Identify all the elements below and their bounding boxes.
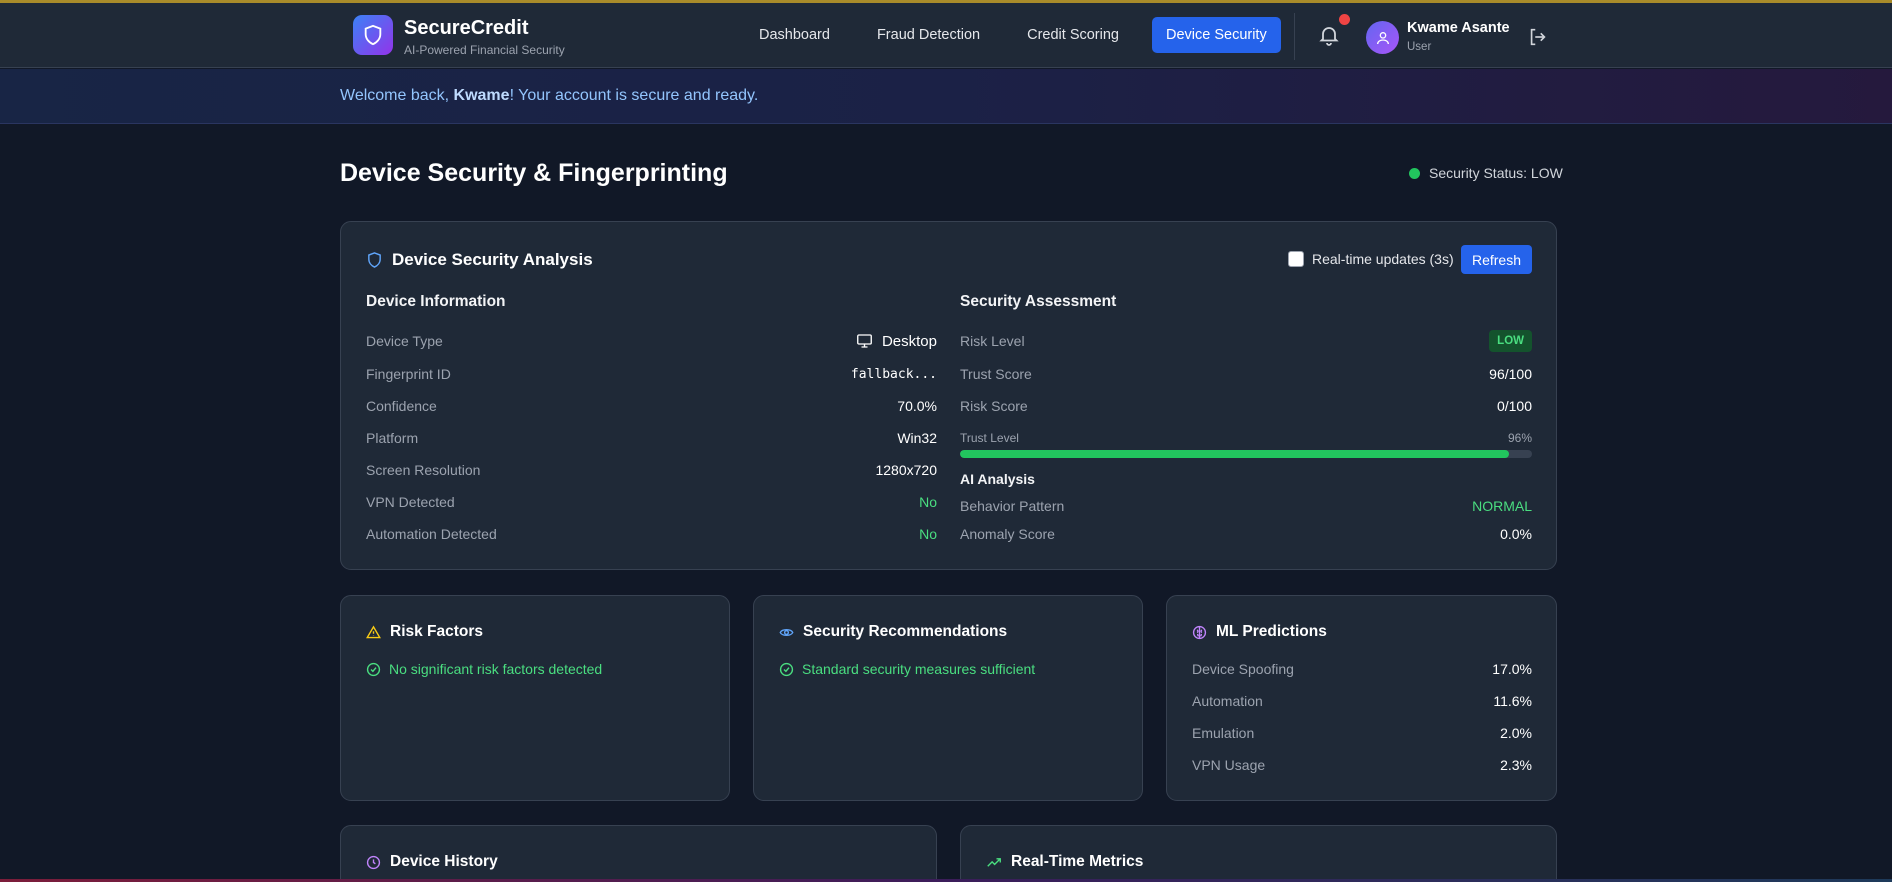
check-circle-icon [779,662,794,676]
page-title: Device Security & Fingerprinting [340,159,728,187]
platform-row: Platform Win32 [366,430,937,446]
device-type-row: Device Type Desktop [366,332,937,350]
risk-level-badge: LOW [1489,330,1532,352]
avatar[interactable] [1366,21,1399,54]
status-dot [1409,167,1420,179]
assessment-heading: Security Assessment [960,293,1117,310]
ml-device-spoofing-row: Device Spoofing 17.0% [1192,661,1532,677]
risk-level-row: Risk Level LOW [960,330,1532,352]
ml-vpn-usage-row: VPN Usage 2.3% [1192,757,1532,773]
device-history-title: Device History [366,853,498,871]
brain-icon [1192,625,1207,639]
clock-icon [366,855,381,869]
analysis-card-title: Device Security Analysis [366,250,593,270]
ai-analysis-heading: AI Analysis [960,471,1035,487]
nav-fraud-detection[interactable]: Fraud Detection [863,17,994,53]
notification-dot [1339,14,1350,25]
welcome-banner: Welcome back, Kwame! Your account is sec… [0,69,1892,124]
shield-icon [368,252,381,268]
trending-up-icon [987,857,1001,867]
realtime-toggle[interactable]: Real-time updates (3s) [1288,251,1454,267]
risk-factors-title: Risk Factors [366,623,483,641]
nav-credit-scoring[interactable]: Credit Scoring [1013,17,1133,53]
user-name: Kwame Asante [1407,20,1510,36]
trust-level-percent: 96% [1508,431,1533,445]
confidence-row: Confidence 70.0% [366,398,937,414]
app-header: SecureCredit AI-Powered Financial Securi… [0,3,1892,68]
real-time-metrics-title: Real-Time Metrics [986,853,1143,871]
check-circle-icon [366,662,381,676]
risk-score-row: Risk Score 0/100 [960,398,1532,414]
trust-level-fill [960,450,1510,458]
recommendations-message: Standard security measures sufficient [779,661,1035,677]
vpn-detected-row: VPN Detected No [366,494,937,510]
trust-level-bar [960,450,1532,458]
ml-predictions-title: ML Predictions [1192,623,1327,641]
fingerprint-id-row: Fingerprint ID fallback... [366,366,937,382]
trust-level-label: Trust Level [960,431,1019,445]
screen-resolution-row: Screen Resolution 1280x720 [366,462,937,478]
realtime-checkbox[interactable] [1288,251,1304,267]
shield-logo-icon [353,15,393,55]
nav-device-security[interactable]: Device Security [1151,17,1281,53]
welcome-name: Kwame [453,87,510,104]
warning-icon [366,625,381,638]
device-info-heading: Device Information [366,293,506,310]
welcome-text: Welcome back, Kwame! Your account is sec… [340,87,759,104]
anomaly-score-row: Anomaly Score 0.0% [960,526,1532,542]
brand-tagline: AI-Powered Financial Security [404,43,565,57]
user-role: User [1407,41,1432,53]
ml-automation-row: Automation 11.6% [1192,693,1532,709]
header-divider [1294,13,1295,60]
behavior-pattern-row: Behavior Pattern NORMAL [960,498,1532,514]
monitor-icon [857,334,872,348]
trust-score-row: Trust Score 96/100 [960,366,1532,382]
logout-icon[interactable] [1527,26,1549,48]
main-nav: Dashboard Fraud Detection Credit Scoring… [745,17,1300,53]
automation-detected-row: Automation Detected No [366,526,937,542]
device-security-analysis-card [340,221,1557,570]
brand-name: SecureCredit [404,17,529,39]
ml-emulation-row: Emulation 2.0% [1192,725,1532,741]
risk-factors-message: No significant risk factors detected [366,661,602,677]
eye-icon [779,628,794,636]
bell-icon[interactable] [1317,23,1341,47]
nav-dashboard[interactable]: Dashboard [745,17,844,53]
refresh-button[interactable]: Refresh [1461,245,1532,274]
security-status: Security Status: LOW [1409,165,1563,181]
recommendations-title: Security Recommendations [779,623,1007,641]
